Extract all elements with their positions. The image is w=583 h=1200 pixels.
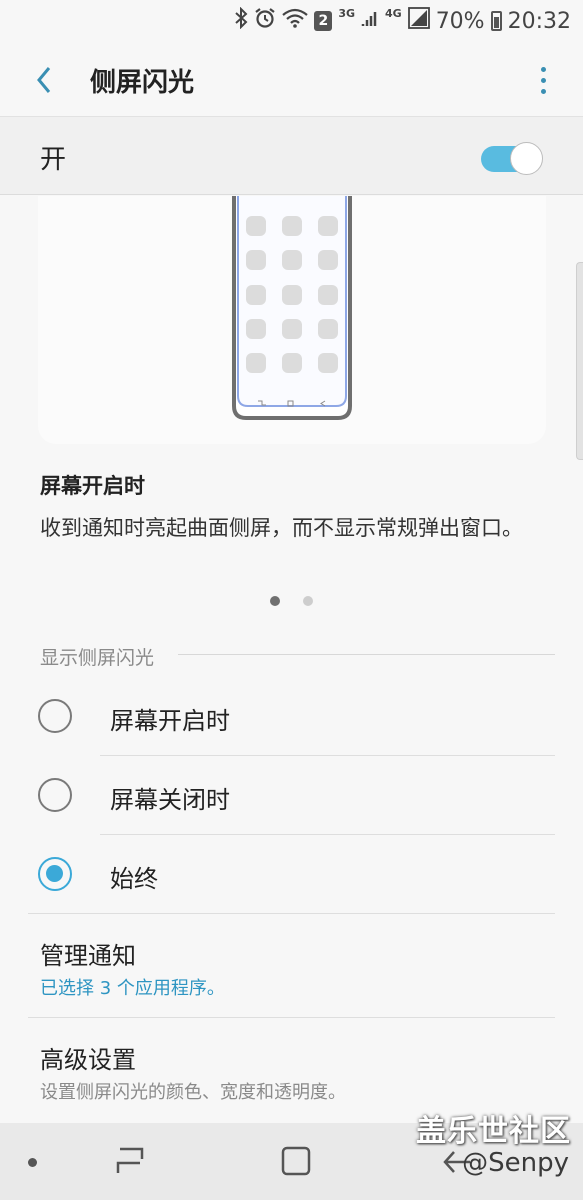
more-options-button[interactable]	[533, 58, 553, 102]
radio-button-selected[interactable]	[38, 857, 72, 891]
option-always[interactable]: 始终	[0, 835, 583, 914]
option-screen-on[interactable]: 屏幕开启时	[0, 677, 583, 756]
manage-notifications-item[interactable]: 管理通知 已选择 3 个应用程序。	[0, 914, 583, 1017]
section-header: 显示侧屏闪光	[40, 647, 155, 669]
more-vertical-icon	[540, 66, 546, 72]
watermark: 盖乐世社区	[416, 1114, 571, 1149]
page-indicator-dot[interactable]	[303, 596, 313, 606]
tip-title: 屏幕开启时	[40, 474, 145, 498]
option-label: 屏幕开启时	[110, 707, 230, 735]
home-icon	[281, 1146, 311, 1176]
recent-apps-icon	[116, 1147, 144, 1173]
illustration-card	[38, 196, 546, 444]
section-divider	[178, 654, 555, 655]
master-switch-label: 开	[40, 145, 67, 175]
author-handle: @Senpy	[462, 1148, 569, 1178]
master-switch-row[interactable]: 开	[0, 116, 583, 195]
back-button[interactable]	[22, 58, 66, 102]
radio-button[interactable]	[38, 778, 72, 812]
recents-button[interactable]	[112, 1145, 148, 1181]
notification-count-badge: 2	[314, 11, 333, 31]
app-bar: 侧屏闪光	[0, 42, 583, 116]
chevron-left-icon	[37, 67, 51, 93]
nav-dot-icon[interactable]	[28, 1158, 37, 1167]
network-3g-label: 3G	[338, 6, 355, 20]
phone-illustration	[232, 196, 352, 420]
option-label: 始终	[110, 865, 158, 893]
manage-notifications-subtitle: 已选择 3 个应用程序。	[40, 978, 225, 999]
bluetooth-icon	[234, 6, 248, 35]
manage-notifications-title: 管理通知	[40, 942, 136, 970]
advanced-settings-subtitle: 设置侧屏闪光的颜色、宽度和透明度。	[40, 1082, 346, 1103]
status-bar: 2 3G 4G 70% 20:32	[0, 0, 583, 42]
radio-button[interactable]	[38, 699, 72, 733]
battery-percent: 70%	[435, 8, 485, 34]
option-label: 屏幕关闭时	[110, 786, 230, 814]
battery-icon	[490, 11, 502, 31]
master-toggle[interactable]	[481, 142, 543, 175]
clock: 20:32	[507, 8, 571, 34]
signal-icon	[361, 8, 379, 34]
status-icons: 2 3G 4G 70% 20:32	[234, 6, 571, 36]
wifi-icon	[282, 8, 309, 34]
page-title: 侧屏闪光	[90, 68, 195, 98]
home-button[interactable]	[280, 1145, 312, 1181]
signal-full-icon	[407, 7, 430, 35]
edge-panel-handle[interactable]	[576, 262, 583, 460]
network-4g-label: 4G	[385, 6, 402, 20]
advanced-settings-title: 高级设置	[40, 1046, 136, 1074]
tip-description: 收到通知时亮起曲面侧屏，而不显示常规弹出窗口。	[40, 516, 523, 540]
option-screen-off[interactable]: 屏幕关闭时	[0, 756, 583, 835]
page-indicator-dot-active[interactable]	[270, 596, 280, 606]
alarm-icon	[254, 7, 276, 35]
